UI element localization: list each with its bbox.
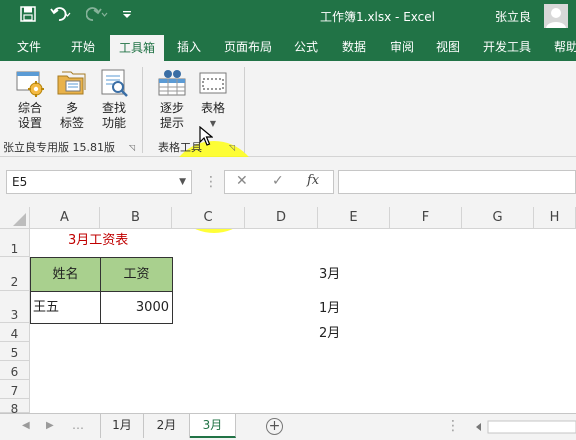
row-header-8[interactable]: 8 <box>0 399 30 416</box>
row-header-1[interactable]: 1 <box>0 229 30 257</box>
multi-tab-button[interactable]: 多 标签 <box>52 67 92 131</box>
more-sheets-icon[interactable]: … <box>72 418 84 432</box>
dialog-launcher-icon[interactable]: ◹ <box>129 143 135 152</box>
sheet-tab-feb[interactable]: 2月 <box>144 414 190 438</box>
row-header-6[interactable]: 6 <box>0 361 30 380</box>
group-label-table-tools: 表格工具 <box>158 141 202 154</box>
customize-quick-access-icon[interactable] <box>122 6 132 26</box>
horizontal-scrollbar[interactable] <box>472 418 576 436</box>
table-button[interactable]: 表格 ▼ <box>193 67 233 131</box>
column-header-a[interactable]: A <box>30 207 100 229</box>
cell-b2-header[interactable]: 工资 <box>100 257 173 292</box>
formula-input[interactable] <box>338 170 576 194</box>
tab-home[interactable]: 开始 <box>60 33 106 61</box>
column-header-f[interactable]: F <box>390 207 462 229</box>
scroll-left-icon[interactable]: ◀ <box>22 420 30 431</box>
column-header-g[interactable]: G <box>462 207 534 229</box>
cell-a3[interactable]: 王五 <box>30 291 101 324</box>
row-header-3[interactable]: 3 <box>0 291 30 323</box>
row-header-5[interactable]: 5 <box>0 342 30 361</box>
scroll-right-icon[interactable]: ▶ <box>46 420 54 431</box>
multi-tab-folder-icon <box>56 67 88 99</box>
tab-data[interactable]: 数据 <box>334 33 374 61</box>
step-hint-button[interactable]: 逐步 提示 <box>152 67 192 131</box>
group-label-version: 张立良专用版 15.81版 <box>3 141 115 154</box>
settings-gear-icon <box>14 67 46 99</box>
row-header-2[interactable]: 2 <box>0 257 30 291</box>
avatar[interactable] <box>544 4 568 28</box>
sheet-tab-jan[interactable]: 1月 <box>100 414 144 438</box>
redo-icon[interactable] <box>85 6 108 26</box>
group-separator <box>142 67 143 153</box>
multi-tab-label-2: 标签 <box>59 116 84 130</box>
name-box-value: E5 <box>12 175 28 189</box>
window-title: 工作簿1.xlsx - Excel <box>320 10 435 24</box>
formula-bar: E5 ▼ ⋮ ✕ ✓ fx <box>0 157 576 207</box>
tab-file[interactable]: 文件 <box>8 33 50 61</box>
tab-toolbox[interactable]: 工具箱 <box>110 35 164 61</box>
insert-function-icon[interactable]: fx <box>307 173 319 188</box>
group-separator <box>244 67 245 153</box>
chevron-down-icon[interactable]: ▼ <box>179 171 186 193</box>
tab-page-layout[interactable]: 页面布局 <box>218 33 278 61</box>
user-name[interactable]: 张立良 <box>495 8 531 25</box>
select-all-corner[interactable] <box>0 207 30 229</box>
save-icon[interactable] <box>20 6 36 26</box>
mouse-pointer-icon <box>199 125 214 149</box>
table-label: 表格 <box>200 101 225 115</box>
settings-label-1: 综合 <box>17 101 42 115</box>
column-header-h[interactable]: H <box>534 207 576 229</box>
cell-e4[interactable]: 2月 <box>319 324 340 344</box>
add-sheet-icon[interactable]: + <box>266 418 283 435</box>
tab-developer[interactable]: 开发工具 <box>476 33 538 61</box>
column-header-e[interactable]: E <box>318 207 390 229</box>
find-label-2: 功能 <box>101 116 126 130</box>
tab-split-handle-icon[interactable]: ⋮ <box>446 418 460 434</box>
ribbon-panel: 综合 设置 多 标签 查找 功能 张立良专用版 15.81版 ◹ 逐步 提示 表… <box>0 61 576 233</box>
enter-icon[interactable]: ✓ <box>272 173 284 189</box>
cell-e3[interactable]: 1月 <box>319 299 340 319</box>
more-options-icon[interactable]: ⋮ <box>204 174 218 190</box>
dialog-launcher-icon[interactable]: ◹ <box>229 143 235 152</box>
cell-a2-header[interactable]: 姓名 <box>30 257 101 292</box>
column-header-d[interactable]: D <box>245 207 318 229</box>
sheet-tab-bar: ◀ ▶ … 1月 2月 3月 + ⋮ <box>0 413 576 440</box>
step-hint-label-2: 提示 <box>159 116 184 130</box>
cell-a1-title[interactable]: 3月工资表 <box>68 231 128 251</box>
find-magnifier-icon <box>98 67 130 99</box>
row-header-4[interactable]: 4 <box>0 323 30 342</box>
cell-b3[interactable]: 3000 <box>100 291 173 324</box>
tab-formulas[interactable]: 公式 <box>286 33 326 61</box>
settings-label-2: 设置 <box>17 116 42 130</box>
multi-tab-label-1: 多 <box>65 101 78 115</box>
undo-icon[interactable] <box>50 6 72 26</box>
table-icon <box>197 67 229 99</box>
tab-insert[interactable]: 插入 <box>168 33 210 61</box>
name-box[interactable]: E5 ▼ <box>6 170 192 194</box>
sheet-tab-mar[interactable]: 3月 <box>190 414 236 438</box>
cell-e2[interactable]: 3月 <box>319 265 340 285</box>
formula-buttons: ✕ ✓ fx <box>224 170 334 194</box>
cancel-icon[interactable]: ✕ <box>236 173 248 189</box>
tab-view[interactable]: 视图 <box>428 33 468 61</box>
column-header-b[interactable]: B <box>100 207 172 229</box>
tab-review[interactable]: 审阅 <box>382 33 422 61</box>
settings-button[interactable]: 综合 设置 <box>10 67 50 131</box>
find-button[interactable]: 查找 功能 <box>94 67 134 131</box>
ribbon-tab-bar: 文件 开始 工具箱 插入 页面布局 公式 数据 审阅 视图 开发工具 帮助 <box>0 33 576 61</box>
find-label-1: 查找 <box>101 101 126 115</box>
row-header-7[interactable]: 7 <box>0 380 30 399</box>
title-bar: 工作簿1.xlsx - Excel 张立良 <box>0 0 576 33</box>
step-hint-label-1: 逐步 <box>159 101 184 115</box>
column-header-c[interactable]: C <box>172 207 245 229</box>
tab-help[interactable]: 帮助 <box>546 33 576 61</box>
step-hint-icon <box>156 67 188 99</box>
